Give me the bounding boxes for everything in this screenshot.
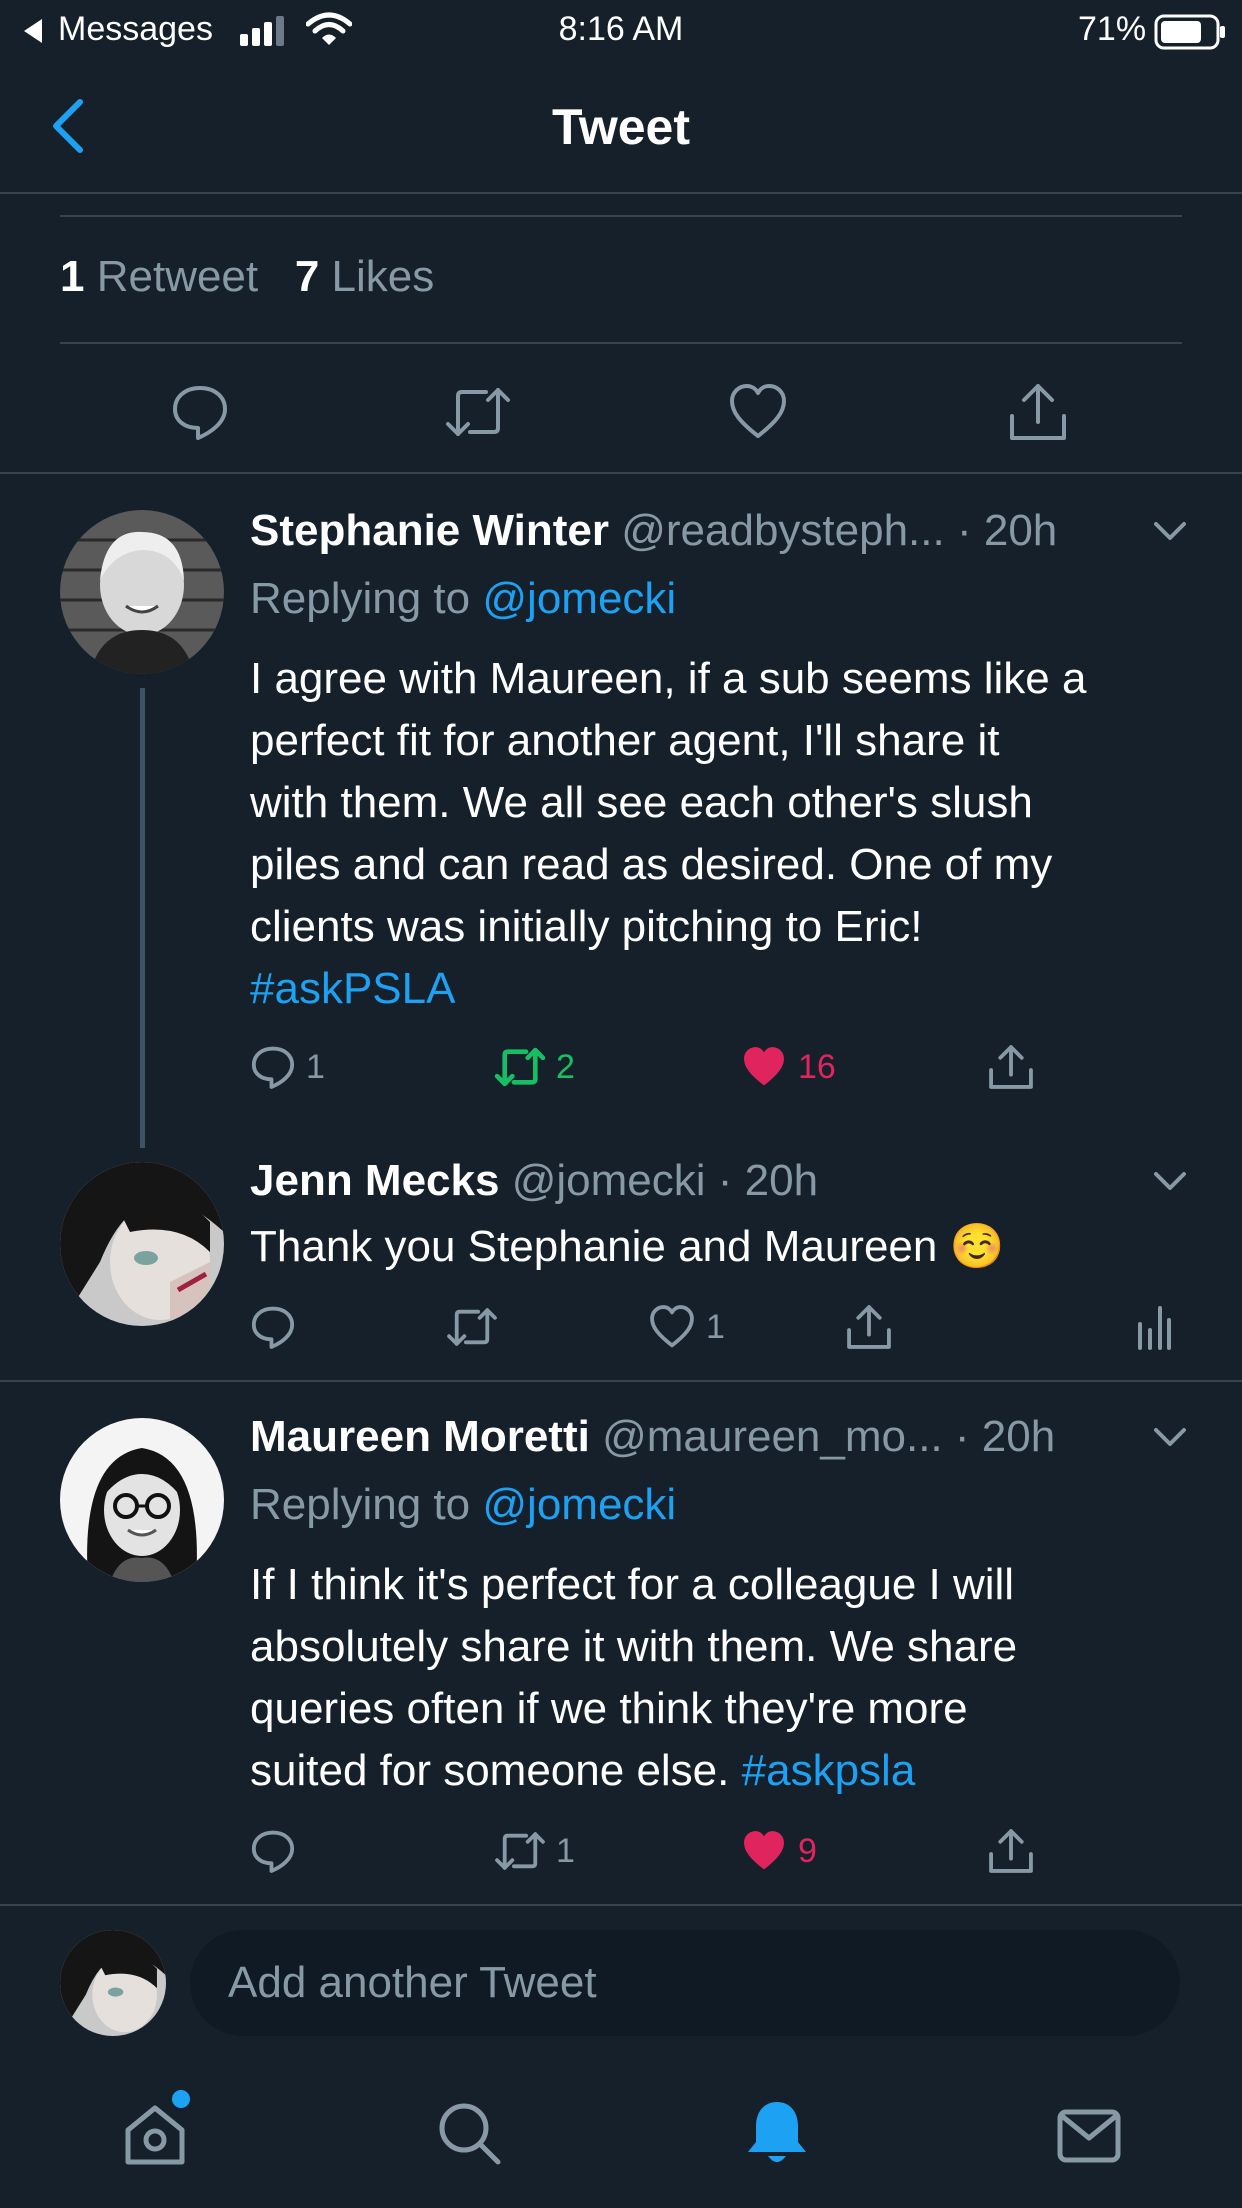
share-icon[interactable] (988, 1044, 1034, 1090)
reply-count: 1 (306, 1047, 325, 1086)
like-count: 9 (798, 1831, 817, 1870)
retweet-icon (494, 1828, 546, 1874)
replying-to-handle[interactable]: @jomecki (482, 1480, 676, 1529)
replying-to: Replying to @jomecki (250, 1480, 677, 1529)
heart-icon[interactable] (728, 382, 788, 442)
clock: 8:16 AM (558, 10, 684, 48)
retweet-icon (494, 1044, 546, 1090)
author-handle[interactable]: @readbysteph... (621, 506, 945, 555)
battery-percent: 71% (1078, 10, 1147, 48)
reply-icon[interactable] (250, 1828, 296, 1874)
replying-to-handle[interactable]: @jomecki (482, 574, 676, 623)
author-handle[interactable]: @jomecki (512, 1156, 706, 1205)
search-icon[interactable] (436, 2100, 502, 2166)
like-button[interactable]: 9 (740, 1828, 817, 1874)
home-icon[interactable] (120, 2102, 190, 2168)
thread-line (140, 688, 145, 1148)
smiling-emoji: ☺️ (949, 1222, 1005, 1271)
tweet-time: · 20h (717, 1156, 819, 1205)
retweet-button[interactable]: 2 (494, 1044, 575, 1090)
divider (60, 342, 1182, 344)
retweet-count-link[interactable]: 1 Retweet (60, 252, 258, 301)
notification-dot (172, 2090, 190, 2108)
share-icon[interactable] (846, 1304, 892, 1350)
avatar-current-user[interactable] (60, 1930, 166, 2036)
tweet-time: · 20h (954, 1412, 1056, 1461)
like-count-link[interactable]: 7 Likes (295, 252, 434, 301)
tweet-header: Jenn Mecks @jomecki · 20h (250, 1156, 818, 1206)
retweet-icon[interactable] (446, 1304, 498, 1350)
retweet-count: 1 (556, 1831, 575, 1870)
battery-icon (1154, 14, 1226, 50)
hashtag-link[interactable]: #askPSLA (250, 958, 1242, 1020)
nav-bar: Tweet (0, 62, 1242, 194)
author-handle[interactable]: @maureen_mo... (602, 1412, 943, 1461)
author-name[interactable]: Jenn Mecks (250, 1156, 499, 1205)
divider (0, 1904, 1242, 1906)
tweet-body: If I think it's perfect for a colleague … (250, 1560, 1018, 1795)
heart-filled-icon (740, 1044, 788, 1090)
replying-to: Replying to @jomecki (250, 574, 677, 623)
tweet-header: Maureen Moretti @maureen_mo... · 20h (250, 1412, 1055, 1462)
divider (60, 215, 1182, 217)
like-count: 1 (706, 1307, 725, 1346)
retweet-button[interactable]: 1 (494, 1828, 575, 1874)
chevron-down-icon[interactable] (1152, 1170, 1188, 1192)
compose-placeholder: Add another Tweet (228, 1958, 597, 2007)
bell-icon[interactable] (744, 2098, 810, 2168)
tweet-header: Stephanie Winter @readbysteph... · 20h (250, 506, 1057, 556)
reply-icon[interactable] (250, 1304, 296, 1350)
author-name[interactable]: Stephanie Winter (250, 506, 609, 555)
status-bar: Messages 8:16 AM 71% (0, 0, 1242, 62)
analytics-icon[interactable] (1136, 1304, 1172, 1350)
mail-icon[interactable] (1056, 2108, 1122, 2164)
reply-icon[interactable] (170, 382, 230, 442)
share-icon[interactable] (988, 1828, 1034, 1874)
like-button[interactable]: 1 (648, 1304, 725, 1350)
retweet-icon[interactable] (444, 382, 512, 442)
avatar-stephanie[interactable] (60, 510, 224, 674)
heart-filled-icon (740, 1828, 788, 1874)
tweet-body: I agree with Maureen, if a sub seems lik… (250, 648, 1242, 1020)
like-button[interactable]: 16 (740, 1044, 836, 1090)
reply-icon (250, 1044, 296, 1090)
chevron-down-icon[interactable] (1152, 520, 1188, 542)
engagement-counts: 1 Retweet 7 Likes (60, 252, 434, 302)
author-name[interactable]: Maureen Moretti (250, 1412, 590, 1461)
share-icon[interactable] (1008, 382, 1068, 442)
like-count: 16 (798, 1047, 836, 1086)
tweet-body: Thank you Stephanie and Maureen ☺️ (250, 1222, 1005, 1271)
heart-icon (648, 1304, 696, 1350)
avatar-maureen[interactable] (60, 1418, 224, 1582)
reply-button[interactable]: 1 (250, 1044, 325, 1090)
avatar-jenn[interactable] (60, 1162, 224, 1326)
divider (0, 472, 1242, 474)
tweet-time: · 20h (956, 506, 1058, 555)
hashtag-link[interactable]: #askpsla (742, 1746, 916, 1795)
retweet-count: 2 (556, 1047, 575, 1086)
chevron-down-icon[interactable] (1152, 1426, 1188, 1448)
page-title: Tweet (552, 99, 690, 155)
divider (0, 1380, 1242, 1382)
